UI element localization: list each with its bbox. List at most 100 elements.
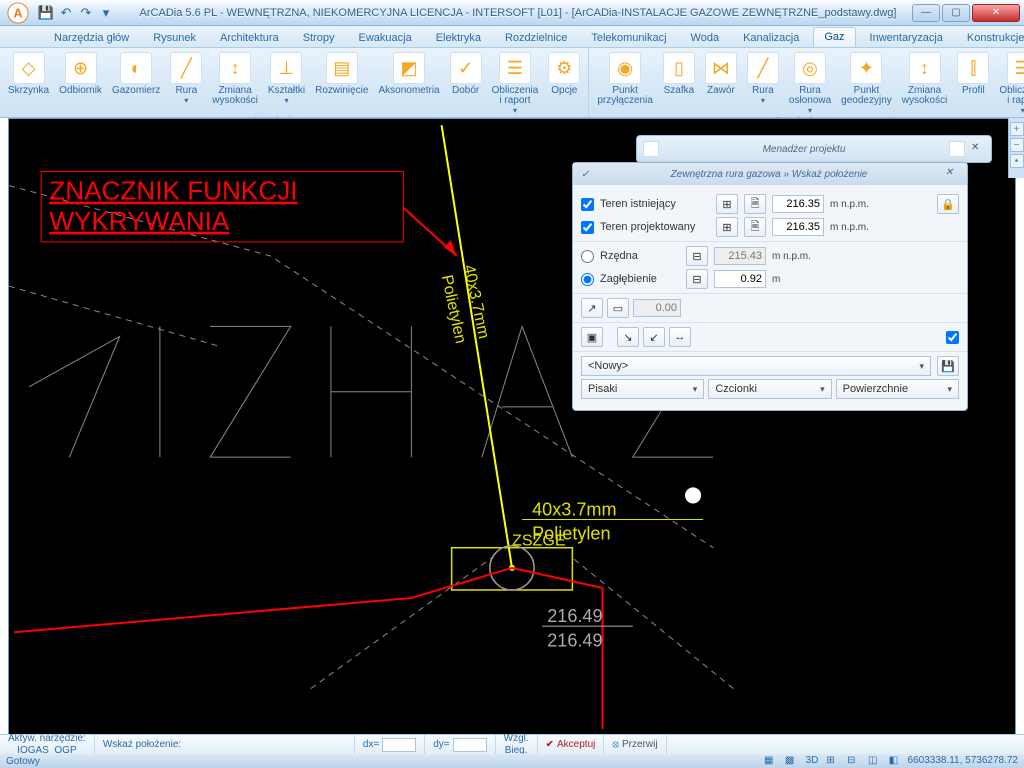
tab-architektura[interactable]: Architektura xyxy=(210,29,289,47)
tool-1-icon[interactable]: ▣ xyxy=(581,327,603,347)
panel-close-icon[interactable]: ✕ xyxy=(945,167,959,181)
tab-konstrukcje[interactable]: Konstrukcje xyxy=(957,29,1024,47)
tool-2-icon[interactable]: ↘ xyxy=(617,327,639,347)
tab-kanalizacja[interactable]: Kanalizacja xyxy=(733,29,809,47)
inp-teren-proj[interactable] xyxy=(772,218,824,236)
tool-a-icon[interactable]: ↗ xyxy=(581,298,603,318)
sb-3d-icon[interactable]: 3D xyxy=(806,755,820,767)
rt-plus-icon[interactable]: + xyxy=(1010,122,1024,136)
tool-3-icon[interactable]: ↙ xyxy=(643,327,665,347)
chk-right[interactable] xyxy=(946,331,959,344)
panel-header[interactable]: ✓ Zewnętrzna rura gazowa » Wskaż położen… xyxy=(573,163,967,185)
chk-teren-proj[interactable] xyxy=(581,221,594,234)
command-bar: Aktyw. narzędzie: IOGAS_OGP Wskaż położe… xyxy=(0,734,1024,754)
sb-icon-4[interactable]: ⊟ xyxy=(847,755,861,767)
cmd-ksztaltki[interactable]: ⊥Kształtki▾ xyxy=(266,50,307,115)
close-button[interactable]: ✕ xyxy=(972,4,1020,22)
redo-icon[interactable]: ↷ xyxy=(78,5,94,21)
inp-teren-istn[interactable] xyxy=(772,195,824,213)
lock-icon[interactable]: 🔒 xyxy=(937,194,959,214)
style-save-icon[interactable]: 💾 xyxy=(937,356,959,376)
tab-rozdzielnice[interactable]: Rozdzielnice xyxy=(495,29,577,47)
pipe-ext-icon: ╱ xyxy=(747,52,779,84)
pm-close-icon[interactable]: ✕ xyxy=(971,142,985,156)
annotation-text: ZNACZNIK FUNKCJI xyxy=(49,176,297,206)
cmd-zawor[interactable]: ⋈Zawór xyxy=(703,50,739,115)
cmd-odbiornik[interactable]: ⊕Odbiornik xyxy=(57,50,104,115)
maximize-button[interactable]: ▢ xyxy=(942,4,970,22)
radio-zaglebienie[interactable] xyxy=(581,273,594,286)
chk-teren-istn[interactable] xyxy=(581,198,594,211)
cmd-zmiana-wys[interactable]: ↕Zmiana wysokości xyxy=(210,50,260,115)
pick-rzedna-icon[interactable]: ⊟ xyxy=(686,246,708,266)
pick-teren-proj-icon[interactable]: ⊞ xyxy=(716,217,738,237)
cmd-punkt-przyl[interactable]: ◉Punkt przyłączenia xyxy=(595,50,655,115)
tool-4-icon[interactable]: ↔ xyxy=(669,327,691,347)
pick-teren-istn-icon[interactable]: ⊞ xyxy=(716,194,738,214)
style-dropdown[interactable]: <Nowy>▾ xyxy=(581,356,931,376)
save-icon[interactable]: 💾 xyxy=(38,5,54,21)
info-teren-proj-icon[interactable]: 🗎 xyxy=(744,217,766,237)
tab-narzedzia[interactable]: Narzędzia głów xyxy=(44,29,139,47)
cmd-punkt-geo[interactable]: ✦Punkt geodezyjny xyxy=(839,50,894,115)
cmd-profil[interactable]: ⫿Profil xyxy=(955,50,991,115)
dx-input[interactable] xyxy=(382,738,416,752)
svg-text:40x3.7mm: 40x3.7mm xyxy=(532,500,616,520)
sb-icon-3[interactable]: ⊞ xyxy=(826,755,840,767)
accept-button[interactable]: ✔Akceptuj xyxy=(538,735,605,754)
minimize-button[interactable]: — xyxy=(912,4,940,22)
cmd-rozwiniecie[interactable]: ▤Rozwinięcie xyxy=(313,50,370,115)
wzgl-cell[interactable]: Wzgl.Bieg. xyxy=(496,735,538,754)
cmd-szafka[interactable]: ▯Szafka xyxy=(661,50,697,115)
undo-icon[interactable]: ↶ xyxy=(58,5,74,21)
rt-minus-icon[interactable]: − xyxy=(1010,138,1024,152)
dy-input[interactable] xyxy=(453,738,487,752)
cmd-rura[interactable]: ╱Rura▾ xyxy=(168,50,204,115)
pm-add-icon[interactable] xyxy=(643,141,659,157)
tab-woda[interactable]: Woda xyxy=(681,29,730,47)
interrupt-button[interactable]: ⦻Przerwij xyxy=(604,735,666,754)
pick-zag-icon[interactable]: ⊟ xyxy=(686,269,708,289)
cmd-rura-ext[interactable]: ╱Rura▾ xyxy=(745,50,781,115)
sb-icon-2[interactable]: ▩ xyxy=(785,755,799,767)
receiver-icon: ⊕ xyxy=(65,52,97,84)
tab-telekom[interactable]: Telekomunikacj xyxy=(581,29,676,47)
sb-icon-6[interactable]: ◧ xyxy=(889,755,903,767)
btn-czcionki[interactable]: Czcionki▾ xyxy=(708,379,831,399)
btn-powierzchnie[interactable]: Powierzchnie▾ xyxy=(836,379,959,399)
tool-b-icon[interactable]: ▭ xyxy=(607,298,629,318)
height-icon-2: ↕ xyxy=(909,52,941,84)
btn-pisaki[interactable]: Pisaki▾ xyxy=(581,379,704,399)
cmd-obliczenia[interactable]: ☰Obliczenia i raport▾ xyxy=(490,50,541,115)
pipe-properties-panel[interactable]: ✓ Zewnętrzna rura gazowa » Wskaż położen… xyxy=(572,162,968,411)
project-manager-panel[interactable]: Menadżer projektu ✕ xyxy=(636,135,992,163)
sb-icon-1[interactable]: ▦ xyxy=(764,755,778,767)
dy-cell: dy= xyxy=(425,735,495,754)
ribbon-content: ◇Skrzynka ⊕Odbiornik ◐Gazomierz ╱Rura▾ ↕… xyxy=(0,48,1024,118)
pm-tool-icon[interactable] xyxy=(949,141,965,157)
cmd-skrzynka[interactable]: ◇Skrzynka xyxy=(6,50,51,115)
cmd-aksonometria[interactable]: ◩Aksonometria xyxy=(376,50,441,115)
pm-title: Menadżer projektu xyxy=(665,144,943,155)
cmd-gazomierz[interactable]: ◐Gazomierz xyxy=(110,50,162,115)
rt-dot-icon[interactable]: • xyxy=(1010,154,1024,168)
tab-rysunek[interactable]: Rysunek xyxy=(143,29,206,47)
radio-rzedna[interactable] xyxy=(581,250,594,263)
window-controls: — ▢ ✕ xyxy=(912,4,1020,22)
tab-stropy[interactable]: Stropy xyxy=(293,29,345,47)
sb-icon-5[interactable]: ◫ xyxy=(868,755,882,767)
cmd-obliczenia2[interactable]: ☰Obliczenia i raport▾ xyxy=(997,50,1024,115)
tab-ewakuacja[interactable]: Ewakuacja xyxy=(349,29,422,47)
tab-inwentaryzacja[interactable]: Inwentaryzacja xyxy=(860,29,953,47)
qat-dropdown-icon[interactable]: ▾ xyxy=(98,5,114,21)
cmd-rura-osl[interactable]: ◎Rura osłonowa▾ xyxy=(787,50,833,115)
tab-elektryka[interactable]: Elektryka xyxy=(426,29,491,47)
cmd-zmiana-wys2[interactable]: ↕Zmiana wysokości xyxy=(900,50,950,115)
cmd-dobor[interactable]: ✓Dobór xyxy=(448,50,484,115)
lbl-rzedna: Rzędna xyxy=(600,250,680,262)
height-icon: ↕ xyxy=(219,52,251,84)
cmd-opcje[interactable]: ⚙Opcje xyxy=(546,50,582,115)
inp-zaglebienie[interactable] xyxy=(714,270,766,288)
tab-gaz[interactable]: Gaz xyxy=(813,27,855,47)
info-teren-istn-icon[interactable]: 🗎 xyxy=(744,194,766,214)
